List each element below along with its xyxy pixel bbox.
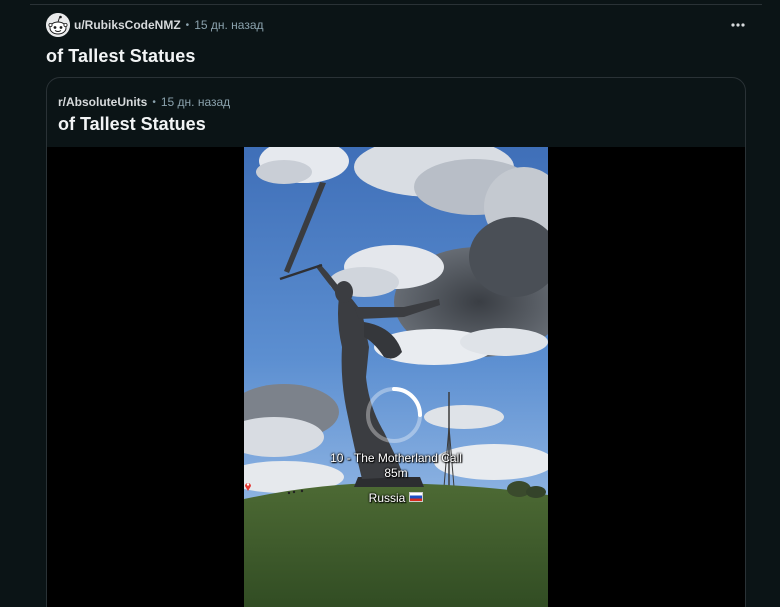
more-horizontal-icon bbox=[731, 23, 745, 27]
location-pin-icon bbox=[245, 483, 251, 491]
meta-separator: • bbox=[185, 19, 190, 31]
crosspost-timestamp: 15 дн. назад bbox=[160, 95, 231, 109]
video-player[interactable]: 10 - The Motherland Call 85m Russia bbox=[47, 147, 745, 607]
video-caption-height: 85m bbox=[384, 466, 408, 480]
video-caption-title: 10 - The Motherland Call bbox=[330, 451, 462, 465]
crosspost-title[interactable]: of Tallest Statues bbox=[58, 114, 206, 135]
more-options-button[interactable] bbox=[726, 13, 750, 37]
post-author-link[interactable]: u/RubiksCodeNMZ bbox=[74, 18, 181, 32]
post-timestamp: 15 дн. назад bbox=[194, 18, 264, 32]
user-avatar[interactable] bbox=[46, 13, 70, 37]
russia-flag-icon bbox=[409, 492, 424, 502]
video-caption-country-text: Russia bbox=[368, 491, 406, 505]
crosspost-header: r/AbsoluteUnits • 15 дн. назад bbox=[58, 95, 230, 109]
loading-spinner-icon bbox=[366, 387, 422, 443]
crosspost-subreddit-link[interactable]: r/AbsoluteUnits bbox=[58, 95, 147, 109]
video-frame[interactable]: 10 - The Motherland Call 85m Russia bbox=[244, 147, 548, 607]
reddit-post-page: u/RubiksCodeNMZ • 15 дн. назад of Talles… bbox=[0, 0, 780, 607]
post-header: u/RubiksCodeNMZ • 15 дн. назад bbox=[46, 13, 750, 37]
video-caption-country: Russia bbox=[244, 481, 548, 506]
post-title[interactable]: of Tallest Statues bbox=[46, 46, 196, 67]
crosspost-card[interactable]: r/AbsoluteUnits • 15 дн. назад of Talles… bbox=[46, 77, 746, 607]
top-divider bbox=[30, 4, 762, 5]
snoo-avatar-icon bbox=[46, 13, 70, 37]
meta-separator: • bbox=[152, 96, 156, 108]
video-thumbnail-image bbox=[244, 147, 548, 607]
